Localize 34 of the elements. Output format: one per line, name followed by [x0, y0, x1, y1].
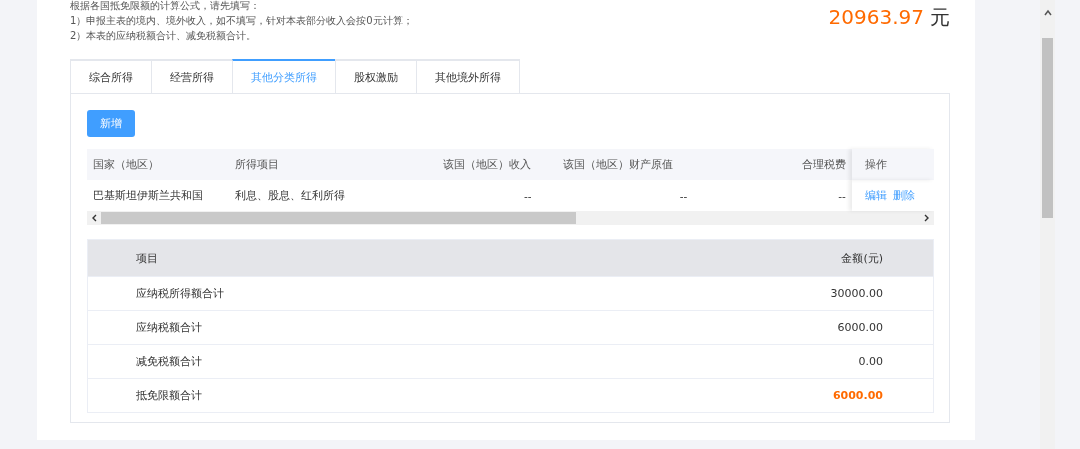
total-amount: 20963.97 — [828, 5, 924, 29]
tab[interactable]: 其他境外所得 — [416, 59, 520, 93]
instruction-text: 2）本表的应纳税额合计、减免税额合计。 — [70, 29, 258, 43]
tab[interactable]: 综合所得 — [70, 59, 151, 93]
table-cell-text: 应纳税额合计 — [135, 320, 203, 335]
horizontal-scrollbar[interactable] — [87, 211, 934, 225]
tab[interactable]: 经营所得 — [151, 59, 232, 93]
table-cell-text: -- — [678, 189, 689, 202]
table-cell-text: -- — [837, 189, 847, 202]
scrollbar-thumb[interactable] — [1042, 38, 1053, 218]
tab[interactable]: 股权激励 — [335, 59, 416, 93]
table-cell-text: 利息、股息、红利所得 — [234, 188, 347, 203]
vertical-scrollbar[interactable] — [1040, 0, 1055, 449]
instruction-text: 根据各国抵免限额的计算公式，请先填写： — [70, 0, 261, 13]
instruction-text: 1）申报主表的境内、境外收入，如不填写，针对本表部分收入会按0元计算； — [70, 14, 413, 28]
table-cell-text: -- — [523, 189, 533, 202]
column-header: 该国（地区）收入 — [442, 157, 533, 172]
column-header: 国家（地区） — [92, 157, 160, 172]
scrollbar-thumb[interactable] — [101, 212, 576, 224]
amount-cell-text: 6000.00 — [831, 389, 884, 402]
amount-cell-text: 30000.00 — [829, 287, 884, 300]
table-cell-text: 抵免限额合计 — [135, 388, 203, 403]
column-header: 操作 — [851, 149, 934, 180]
amount-cell-text: 0.00 — [857, 355, 884, 368]
table-cell-text: 巴基斯坦伊斯兰共和国 — [92, 188, 204, 203]
column-header: 金额(元) — [840, 250, 884, 266]
table-cell-text: 应纳税所得额合计 — [135, 286, 225, 301]
amount-cell-text: 6000.00 — [836, 321, 884, 334]
table-cell-text: 减免税额合计 — [135, 354, 203, 369]
column-header: 该国（地区）财产原值 — [562, 157, 675, 172]
column-header: 所得项目 — [234, 157, 280, 172]
column-header: 项目 — [135, 250, 159, 266]
column-header: 合理税费 — [800, 157, 847, 172]
currency-unit: 元 — [930, 4, 950, 31]
